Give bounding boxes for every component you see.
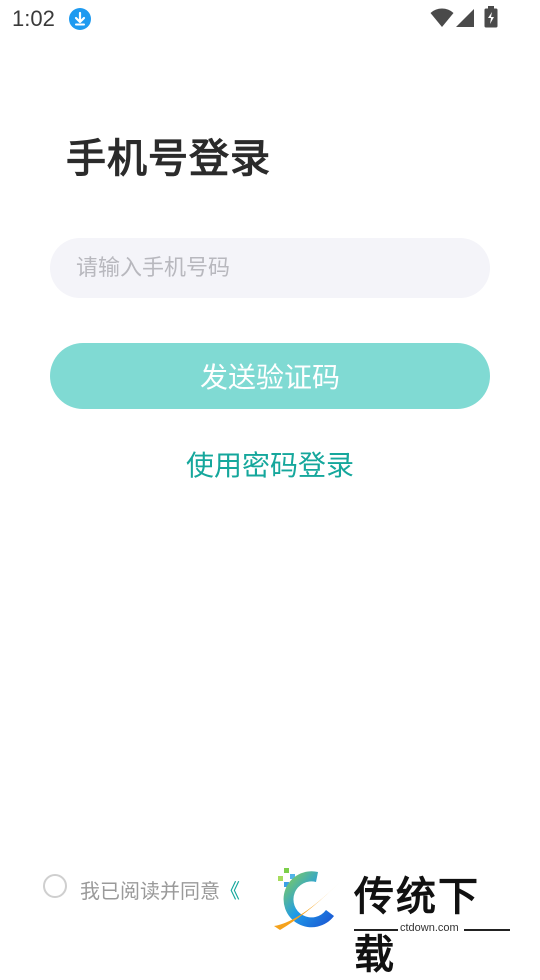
watermark-url: ctdown.com bbox=[400, 922, 459, 934]
page-title: 手机号登录 bbox=[66, 136, 271, 182]
status-time: 1:02 bbox=[12, 6, 55, 31]
watermark-logo-icon bbox=[274, 868, 342, 930]
status-bar: 1:02 bbox=[0, 0, 540, 38]
watermark: 传统下载 ctdown.com bbox=[268, 862, 518, 978]
signal-icon bbox=[456, 9, 474, 27]
wifi-icon bbox=[430, 8, 454, 27]
watermark-divider bbox=[464, 929, 510, 931]
phone-number-input[interactable] bbox=[50, 238, 490, 298]
battery-icon bbox=[484, 6, 498, 28]
agreement-checkbox[interactable] bbox=[43, 874, 67, 898]
send-code-button[interactable]: 发送验证码 bbox=[50, 343, 490, 409]
password-login-link[interactable]: 使用密码登录 bbox=[0, 444, 540, 484]
download-icon bbox=[69, 8, 91, 30]
watermark-divider bbox=[354, 929, 398, 931]
agreement-text: 我已阅读并同意《 bbox=[80, 875, 240, 904]
agreement-prefix: 我已阅读并同意 bbox=[80, 879, 220, 903]
agreement-link[interactable]: 《 bbox=[220, 879, 240, 903]
